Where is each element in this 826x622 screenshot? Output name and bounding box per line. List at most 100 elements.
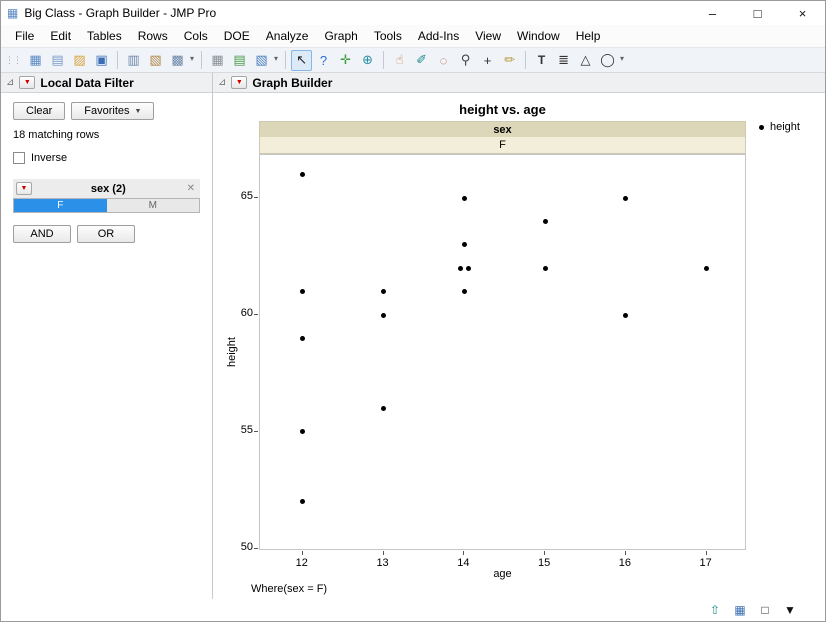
scatter-point[interactable] — [461, 242, 467, 248]
red-triangle-menu-icon[interactable]: ▼ — [16, 182, 32, 195]
scatter-point[interactable] — [542, 219, 548, 225]
and-button[interactable]: AND — [13, 225, 71, 243]
scatter-point[interactable] — [461, 195, 467, 201]
close-icon[interactable]: ✕ — [185, 183, 197, 194]
lines-tool-icon[interactable]: ≣ — [553, 50, 574, 71]
menu-graph[interactable]: Graph — [316, 26, 365, 46]
arrow-tool-icon[interactable]: ↖ — [291, 49, 313, 71]
save-icon[interactable]: ▣ — [91, 50, 112, 71]
journal-add-icon[interactable]: ▤ — [229, 50, 250, 71]
menu-file[interactable]: File — [7, 26, 42, 46]
script-window-icon[interactable]: ▧ — [251, 50, 272, 71]
matching-rows-text: 18 matching rows — [13, 129, 100, 141]
filter-body: Clear Favorites ▼ 18 matching rows Inver… — [1, 93, 212, 261]
scatter-point[interactable] — [457, 265, 463, 271]
data-table-status-icon[interactable]: ▦ — [731, 602, 749, 619]
status-bar: ⇧ ▦ □ ▼ — [1, 599, 825, 621]
scatter-point[interactable] — [300, 499, 306, 505]
menu-tables[interactable]: Tables — [79, 26, 130, 46]
polygon-tool-icon[interactable]: △ — [575, 50, 596, 71]
layout-icon[interactable]: ▦ — [207, 50, 228, 71]
oval-tool-icon[interactable]: ◯ — [597, 50, 618, 71]
menu-edit[interactable]: Edit — [42, 26, 79, 46]
toolbar-overflow-icon[interactable]: ▾ — [274, 54, 278, 63]
scatter-point[interactable] — [381, 405, 387, 411]
minimize-button[interactable]: – — [690, 1, 735, 25]
main-content: ⊿ ▼ Local Data Filter Clear Favorites ▼ … — [1, 73, 825, 599]
x-tick-label: 15 — [537, 557, 551, 569]
menu-view[interactable]: View — [467, 26, 509, 46]
sex-filter-group: ▼ sex (2) ✕ FM — [13, 179, 200, 213]
scatter-point[interactable] — [300, 429, 306, 435]
scatter-point[interactable] — [704, 265, 710, 271]
menu-tools[interactable]: Tools — [366, 26, 410, 46]
column-group-header[interactable]: sex — [259, 121, 746, 138]
scatter-point[interactable] — [461, 289, 467, 295]
scatter-point[interactable] — [300, 172, 306, 178]
scatter-point[interactable] — [623, 312, 629, 318]
paste-icon[interactable]: ▧ — [145, 50, 166, 71]
empty-box-icon[interactable]: □ — [756, 602, 774, 619]
annotate-tool-icon[interactable]: ✏ — [499, 50, 520, 71]
filter-level-f[interactable]: F — [14, 199, 107, 212]
scatter-point[interactable] — [300, 289, 306, 295]
legend-item[interactable]: height — [759, 121, 800, 133]
scatter-point[interactable] — [623, 195, 629, 201]
copy-table-icon[interactable]: ▩ — [167, 50, 188, 71]
inverse-checkbox[interactable] — [13, 152, 25, 164]
lasso-tool-icon[interactable]: ◌ — [433, 50, 454, 71]
toolbar-separator — [117, 51, 118, 69]
magnifier-tool-icon[interactable]: ⚲ — [455, 50, 476, 71]
scatter-point[interactable] — [542, 265, 548, 271]
collapse-triangle-icon[interactable]: ⊿ — [218, 77, 226, 88]
help-tool-icon[interactable]: ? — [313, 50, 334, 71]
clear-button[interactable]: Clear — [13, 102, 66, 120]
maximize-button[interactable]: □ — [735, 1, 780, 25]
menu-cols[interactable]: Cols — [176, 26, 216, 46]
toolbar-overflow-icon[interactable]: ▾ — [620, 54, 624, 63]
graph-panel-header: ⊿ ▼ Graph Builder — [213, 73, 825, 93]
inverse-label: Inverse — [31, 152, 68, 164]
filter-level-m[interactable]: M — [106, 199, 199, 212]
or-button[interactable]: OR — [77, 225, 135, 243]
menu-rows[interactable]: Rows — [130, 26, 176, 46]
red-triangle-menu-icon[interactable]: ▼ — [19, 76, 36, 89]
plus-tool-icon[interactable]: + — [477, 50, 498, 71]
scatter-point[interactable] — [300, 335, 306, 341]
y-tick-label: 50 — [240, 540, 253, 553]
globe-tool-icon[interactable]: ⊕ — [357, 50, 378, 71]
window-title: Big Class - Graph Builder - JMP Pro — [24, 6, 217, 20]
collapse-triangle-icon[interactable]: ⊿ — [6, 77, 14, 88]
menu-doe[interactable]: DOE — [216, 26, 258, 46]
toolbar-overflow-icon[interactable]: ▾ — [190, 54, 194, 63]
y-tick-label: 65 — [240, 190, 253, 203]
toolbar-grip-icon[interactable]: ⋮⋮ — [5, 55, 22, 66]
brush-tool-icon[interactable]: ✐ — [411, 50, 432, 71]
scatter-point[interactable] — [381, 312, 387, 318]
where-clause: Where(sex = F) — [251, 583, 328, 595]
menu-window[interactable]: Window — [509, 26, 568, 46]
scatter-point[interactable] — [381, 289, 387, 295]
scatter-point[interactable] — [465, 265, 471, 271]
open-icon[interactable]: ▨ — [69, 50, 90, 71]
chart-title: height vs. age — [459, 102, 546, 117]
y-tick-label: 55 — [240, 423, 253, 436]
status-dropdown-icon[interactable]: ▼ — [781, 602, 799, 619]
new-journal-icon[interactable]: ▤ — [47, 50, 68, 71]
grabber-tool-icon[interactable]: ☝ — [389, 50, 410, 71]
new-data-table-icon[interactable]: ▦ — [25, 50, 46, 71]
crosshair-tool-icon[interactable]: ✛ — [335, 50, 356, 71]
favorites-button[interactable]: Favorites ▼ — [71, 102, 155, 120]
up-arrow-icon[interactable]: ⇧ — [706, 602, 724, 619]
menu-addins[interactable]: Add-Ins — [410, 26, 467, 46]
x-tick-label: 12 — [295, 557, 308, 569]
column-group-value[interactable]: F — [259, 137, 746, 154]
title-bar: ▦ Big Class - Graph Builder - JMP Pro – … — [1, 1, 825, 25]
menu-analyze[interactable]: Analyze — [258, 26, 317, 46]
red-triangle-menu-icon[interactable]: ▼ — [231, 76, 248, 89]
text-tool-icon[interactable]: T — [531, 50, 552, 71]
plot-area[interactable] — [259, 154, 746, 550]
copy-icon[interactable]: ▥ — [123, 50, 144, 71]
close-button[interactable]: × — [780, 1, 825, 25]
menu-help[interactable]: Help — [568, 26, 609, 46]
